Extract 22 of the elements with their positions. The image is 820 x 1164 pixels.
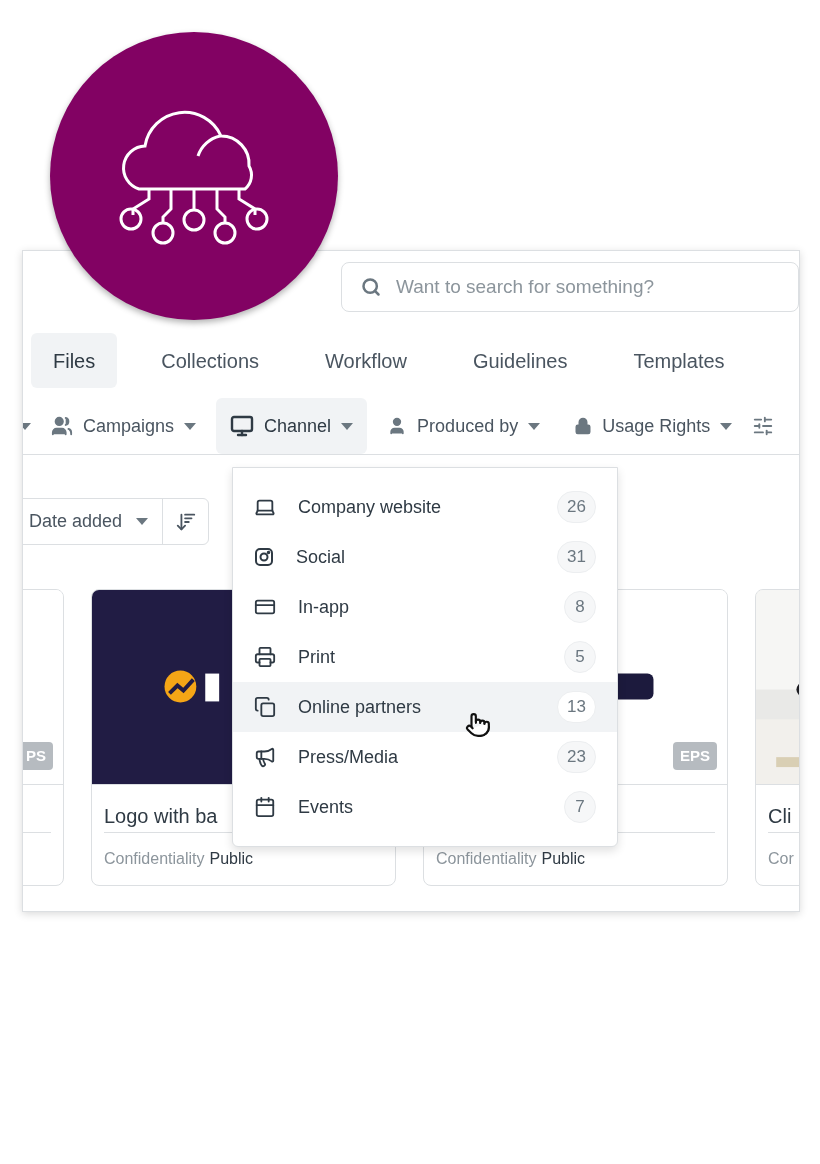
count-pill: 8 — [564, 591, 596, 623]
file-title: Logo with ba — [104, 805, 218, 827]
meta-label: Cor — [768, 849, 794, 869]
menu-item-label: Company website — [298, 495, 443, 519]
menu-item-label: Events — [298, 795, 355, 819]
menu-item-label: In-app — [298, 595, 351, 619]
file-title: Cli — [768, 805, 792, 827]
count-pill: 31 — [557, 541, 596, 573]
count-pill: 13 — [557, 691, 596, 723]
meta-value: Public — [209, 849, 254, 869]
menu-item-label: Social — [296, 545, 347, 569]
count-pill: 26 — [557, 491, 596, 523]
meta-value: Public — [541, 849, 586, 869]
meta-label: Confidentiality — [436, 849, 537, 869]
meta-label: Confidentiality — [104, 849, 205, 869]
menu-item-label: Online partners — [298, 695, 423, 719]
file-type-tag: PS — [23, 741, 53, 770]
count-pill: 7 — [564, 791, 596, 823]
menu-item-label: Print — [298, 645, 336, 669]
count-pill: 23 — [557, 741, 596, 773]
menu-item-label: Press/Media — [298, 745, 400, 769]
count-pill: 5 — [564, 641, 596, 673]
